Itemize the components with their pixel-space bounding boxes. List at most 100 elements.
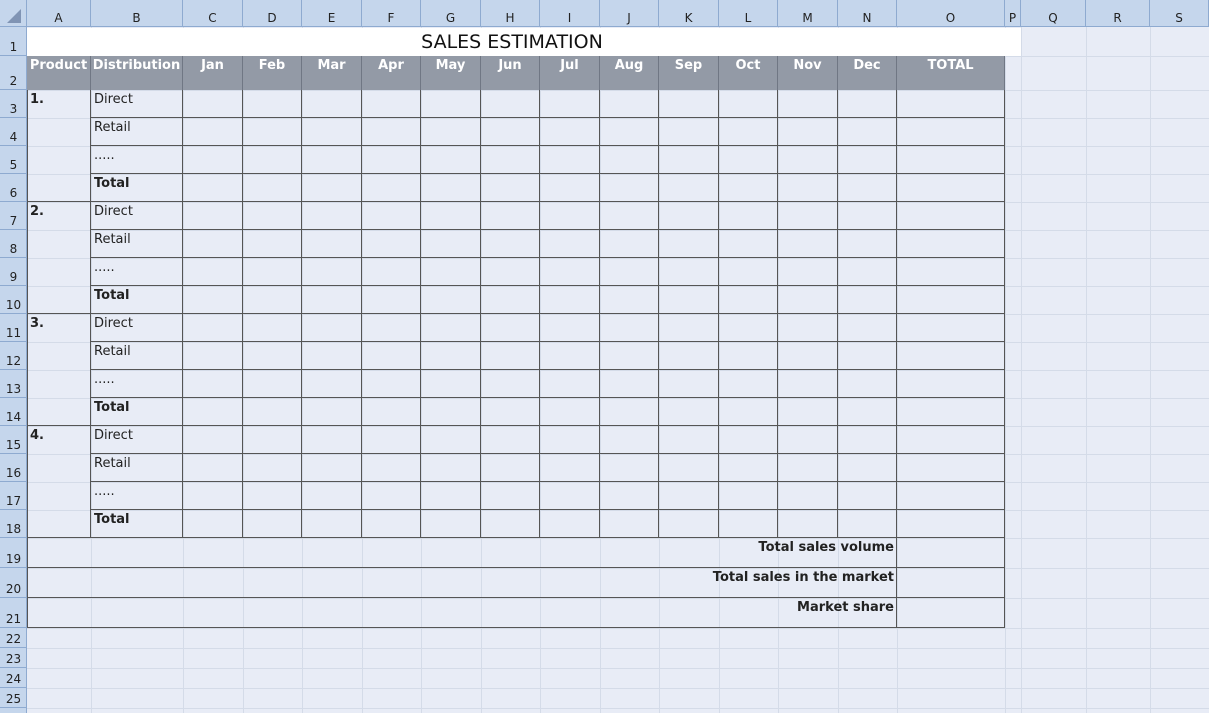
row-header-8[interactable]: 8 — [0, 230, 27, 258]
month-value-cell[interactable] — [540, 174, 600, 202]
month-value-cell[interactable] — [421, 90, 481, 118]
month-value-cell[interactable] — [778, 286, 838, 314]
month-value-cell[interactable] — [778, 146, 838, 174]
month-value-cell[interactable] — [421, 202, 481, 230]
month-value-cell[interactable] — [421, 370, 481, 398]
summary-label[interactable]: Total sales in the market — [27, 568, 897, 598]
month-value-cell[interactable] — [540, 118, 600, 146]
month-value-cell[interactable] — [540, 510, 600, 538]
month-value-cell[interactable] — [778, 258, 838, 286]
column-header-c[interactable]: C — [183, 0, 243, 27]
month-value-cell[interactable] — [659, 398, 719, 426]
product-cell[interactable]: 3. — [27, 314, 91, 426]
month-value-cell[interactable] — [243, 174, 302, 202]
month-value-cell[interactable] — [659, 286, 719, 314]
row-header-7[interactable]: 7 — [0, 202, 27, 230]
summary-value-cell[interactable] — [897, 598, 1005, 628]
total-value-cell[interactable] — [897, 230, 1005, 258]
month-value-cell[interactable] — [481, 230, 540, 258]
row-header-16[interactable]: 16 — [0, 454, 27, 482]
summary-value-cell[interactable] — [897, 538, 1005, 568]
month-value-cell[interactable] — [243, 286, 302, 314]
month-value-cell[interactable] — [600, 398, 659, 426]
month-value-cell[interactable] — [362, 90, 421, 118]
row-header-24[interactable]: 24 — [0, 668, 27, 688]
month-value-cell[interactable] — [421, 454, 481, 482]
month-value-cell[interactable] — [778, 510, 838, 538]
month-value-cell[interactable] — [719, 118, 778, 146]
column-header-m[interactable]: M — [778, 0, 838, 27]
month-value-cell[interactable] — [778, 342, 838, 370]
total-value-cell[interactable] — [897, 118, 1005, 146]
column-header-a[interactable]: A — [27, 0, 91, 27]
column-header-i[interactable]: I — [540, 0, 600, 27]
month-value-cell[interactable] — [421, 314, 481, 342]
column-header-f[interactable]: F — [362, 0, 421, 27]
row-header-19[interactable]: 19 — [0, 538, 27, 568]
month-value-cell[interactable] — [838, 482, 897, 510]
month-value-cell[interactable] — [540, 370, 600, 398]
month-value-cell[interactable] — [421, 510, 481, 538]
month-value-cell[interactable] — [659, 510, 719, 538]
month-value-cell[interactable] — [362, 258, 421, 286]
month-value-cell[interactable] — [302, 426, 362, 454]
column-header-h[interactable]: H — [481, 0, 540, 27]
header-month-may[interactable]: May — [421, 56, 481, 90]
month-value-cell[interactable] — [540, 202, 600, 230]
distribution-cell[interactable]: Retail — [91, 230, 183, 258]
row-header-6[interactable]: 6 — [0, 174, 27, 202]
month-value-cell[interactable] — [243, 230, 302, 258]
month-value-cell[interactable] — [362, 314, 421, 342]
month-value-cell[interactable] — [719, 286, 778, 314]
month-value-cell[interactable] — [600, 454, 659, 482]
month-value-cell[interactable] — [243, 90, 302, 118]
month-value-cell[interactable] — [302, 174, 362, 202]
month-value-cell[interactable] — [481, 118, 540, 146]
month-value-cell[interactable] — [719, 454, 778, 482]
month-value-cell[interactable] — [183, 454, 243, 482]
total-value-cell[interactable] — [897, 454, 1005, 482]
distribution-cell[interactable]: Direct — [91, 202, 183, 230]
month-value-cell[interactable] — [421, 342, 481, 370]
month-value-cell[interactable] — [719, 314, 778, 342]
month-value-cell[interactable] — [243, 482, 302, 510]
row-header-10[interactable]: 10 — [0, 286, 27, 314]
product-cell[interactable]: 4. — [27, 426, 91, 538]
month-value-cell[interactable] — [719, 398, 778, 426]
month-value-cell[interactable] — [302, 118, 362, 146]
month-value-cell[interactable] — [659, 370, 719, 398]
month-value-cell[interactable] — [778, 174, 838, 202]
total-value-cell[interactable] — [897, 482, 1005, 510]
summary-value-cell[interactable] — [897, 568, 1005, 598]
row-header-4[interactable]: 4 — [0, 118, 27, 146]
month-value-cell[interactable] — [778, 398, 838, 426]
row-header-14[interactable]: 14 — [0, 398, 27, 426]
month-value-cell[interactable] — [659, 146, 719, 174]
column-header-l[interactable]: L — [719, 0, 778, 27]
month-value-cell[interactable] — [481, 174, 540, 202]
header-month-mar[interactable]: Mar — [302, 56, 362, 90]
month-value-cell[interactable] — [838, 286, 897, 314]
month-value-cell[interactable] — [778, 482, 838, 510]
month-value-cell[interactable] — [362, 174, 421, 202]
product-total-label[interactable]: Total — [91, 286, 183, 314]
month-value-cell[interactable] — [183, 286, 243, 314]
month-value-cell[interactable] — [421, 482, 481, 510]
month-value-cell[interactable] — [362, 482, 421, 510]
month-value-cell[interactable] — [719, 370, 778, 398]
total-value-cell[interactable] — [897, 286, 1005, 314]
month-value-cell[interactable] — [243, 146, 302, 174]
month-value-cell[interactable] — [600, 230, 659, 258]
month-value-cell[interactable] — [838, 370, 897, 398]
month-value-cell[interactable] — [183, 174, 243, 202]
month-value-cell[interactable] — [540, 230, 600, 258]
row-header-1[interactable]: 1 — [0, 27, 27, 56]
column-header-o[interactable]: O — [897, 0, 1005, 27]
month-value-cell[interactable] — [600, 90, 659, 118]
month-value-cell[interactable] — [600, 426, 659, 454]
column-header-p[interactable]: P — [1005, 0, 1021, 27]
month-value-cell[interactable] — [421, 146, 481, 174]
month-value-cell[interactable] — [362, 426, 421, 454]
sheet-title[interactable]: SALES ESTIMATION — [27, 28, 997, 56]
header-product[interactable]: Product — [27, 56, 91, 90]
